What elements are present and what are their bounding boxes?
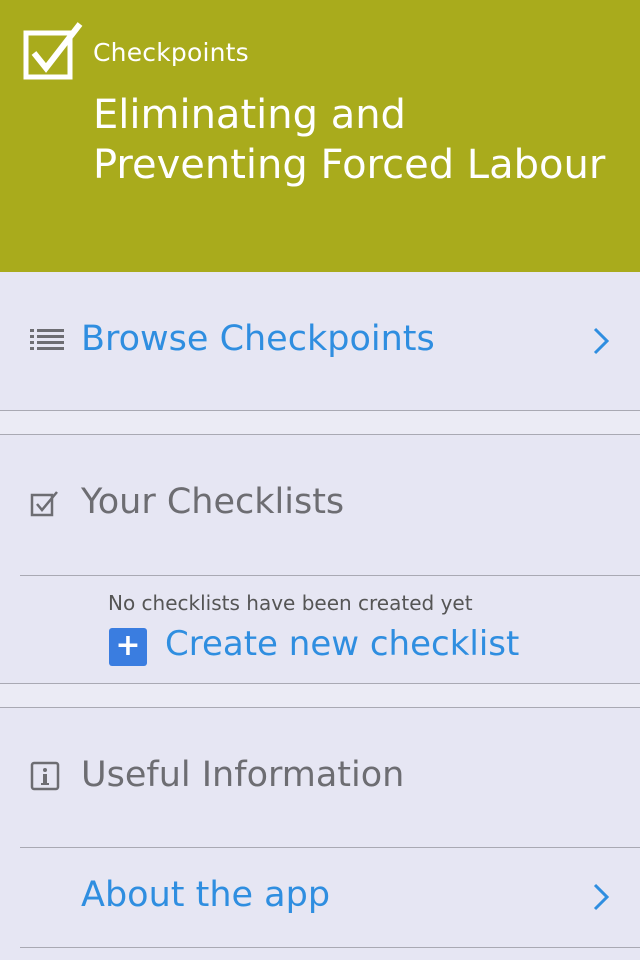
browse-checkpoints-label[interactable]: Browse Checkpoints bbox=[81, 319, 435, 359]
checkbox-icon bbox=[30, 491, 58, 517]
page-title-line-1: Eliminating and bbox=[93, 92, 406, 138]
app-name: Checkpoints bbox=[93, 38, 249, 67]
useful-information-label: Useful Information bbox=[81, 755, 405, 795]
section-gap bbox=[0, 684, 640, 707]
info-icon bbox=[30, 761, 60, 791]
empty-checklists-message: No checklists have been created yet bbox=[108, 591, 473, 615]
checkbox-checked-icon bbox=[23, 22, 83, 80]
list-icon bbox=[30, 329, 64, 350]
your-checklists-label: Your Checklists bbox=[81, 482, 345, 522]
plus-icon[interactable]: + bbox=[109, 628, 147, 666]
divider bbox=[20, 575, 640, 576]
app-header: Checkpoints Eliminating and Preventing F… bbox=[0, 0, 640, 272]
page-title-line-2: Preventing Forced Labour bbox=[93, 142, 606, 188]
page-title: Eliminating and Preventing Forced Labour bbox=[93, 90, 633, 190]
about-app-row[interactable]: About the app bbox=[0, 848, 640, 947]
about-app-label[interactable]: About the app bbox=[81, 875, 330, 915]
create-checklist-button[interactable]: Create new checklist bbox=[165, 624, 519, 664]
divider bbox=[20, 947, 640, 948]
browse-checkpoints-row[interactable]: Browse Checkpoints bbox=[0, 272, 640, 410]
chevron-right-icon[interactable] bbox=[590, 880, 612, 914]
chevron-right-icon[interactable] bbox=[590, 324, 612, 358]
useful-information-header: Useful Information bbox=[0, 708, 640, 847]
section-gap bbox=[0, 411, 640, 434]
your-checklists-header: Your Checklists bbox=[0, 435, 640, 575]
